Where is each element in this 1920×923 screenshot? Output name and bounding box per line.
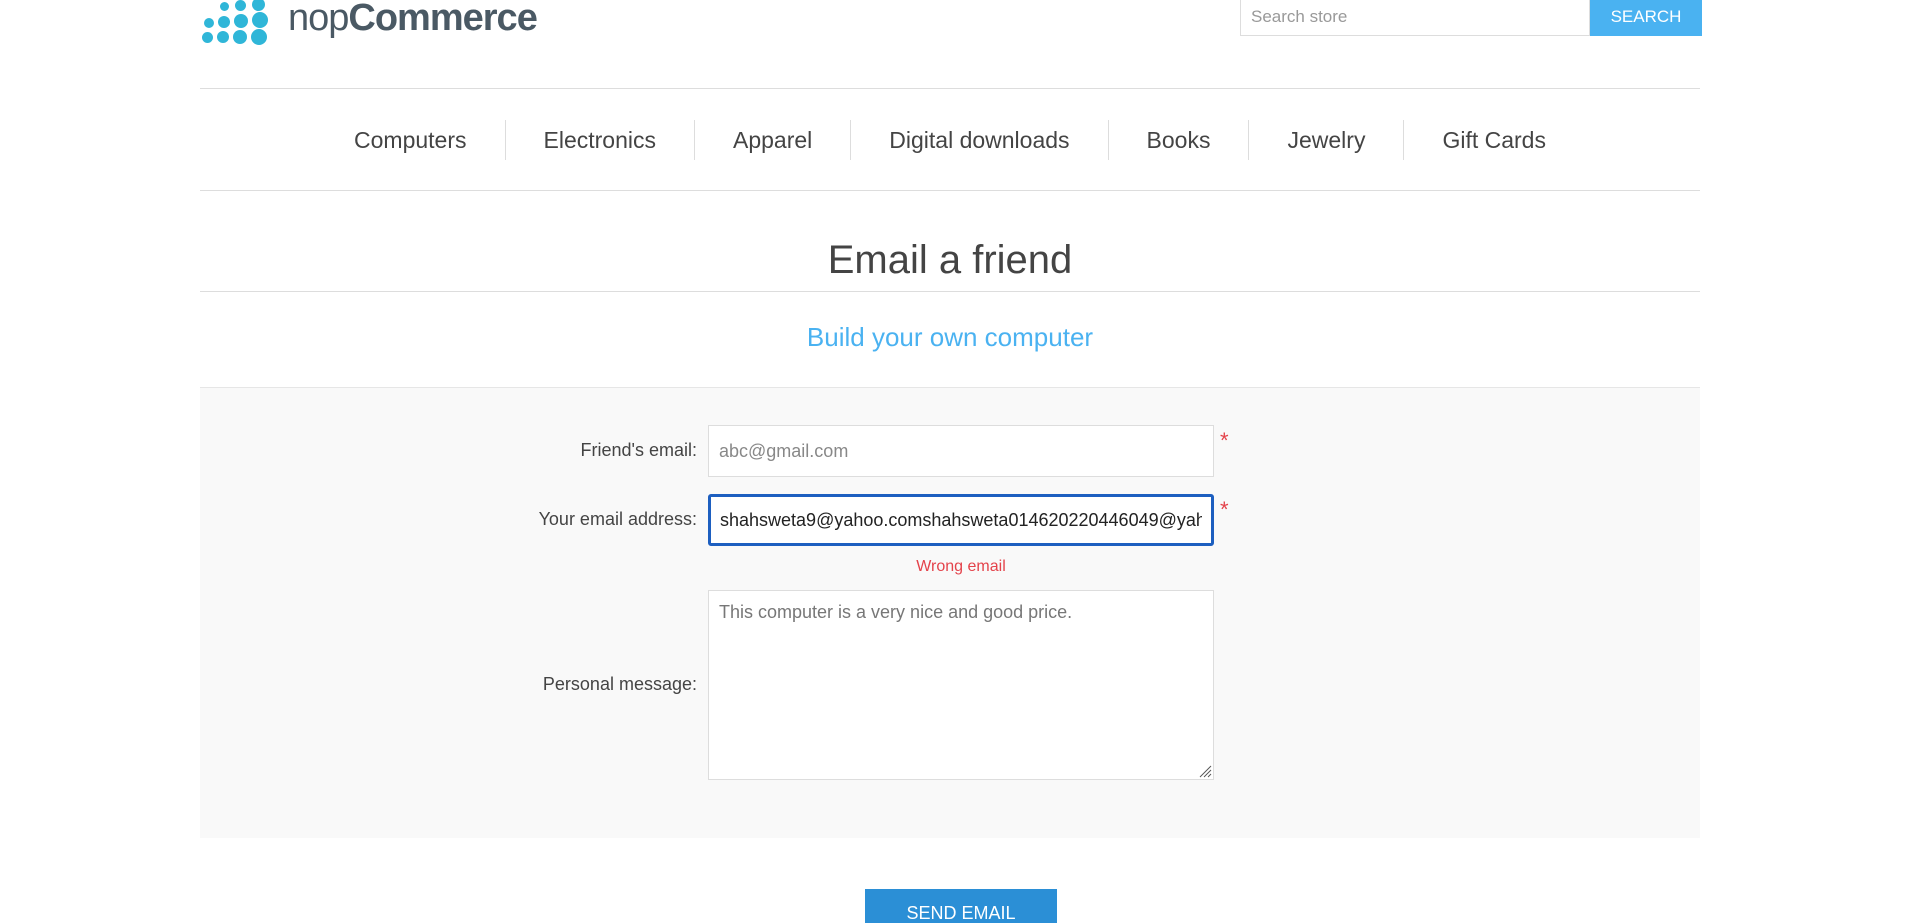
product-link[interactable]: Build your own computer	[807, 322, 1093, 353]
send-email-button[interactable]: SEND EMAIL	[865, 889, 1057, 923]
your-email-row: Your email address: * Wrong email	[200, 494, 1700, 575]
menu-item-apparel[interactable]: Apparel	[693, 119, 850, 160]
menu-item-digital-downloads[interactable]: Digital downloads	[850, 119, 1107, 160]
friend-email-row: Friend's email: *	[200, 425, 1700, 477]
store-logo[interactable]: nopCommerce	[200, 0, 538, 45]
page-title: Email a friend	[827, 238, 1073, 282]
resize-grip-icon[interactable]	[1196, 762, 1212, 778]
top-menu: Computers Electronics Apparel Digital do…	[200, 88, 1700, 191]
personal-message-field[interactable]	[708, 590, 1214, 780]
menu-item-books[interactable]: Books	[1107, 119, 1249, 160]
logo-text-light: nop	[288, 0, 349, 39]
page: nopCommerce SEARCH Computers Electronics…	[0, 0, 1920, 923]
personal-message-row: Personal message:	[200, 590, 1700, 780]
your-email-label: Your email address:	[538, 509, 697, 529]
friend-email-field[interactable]	[708, 425, 1214, 477]
search-box: SEARCH	[1240, 0, 1702, 36]
personal-message-label: Personal message:	[542, 674, 697, 694]
menu-item-gift-cards[interactable]: Gift Cards	[1403, 119, 1584, 160]
search-button[interactable]: SEARCH	[1590, 0, 1702, 36]
friend-email-label: Friend's email:	[580, 440, 697, 460]
menu-item-electronics[interactable]: Electronics	[504, 119, 694, 160]
page-title-section: Email a friend	[200, 236, 1700, 292]
search-input[interactable]	[1240, 0, 1590, 36]
logo-text-strong: Commerce	[348, 0, 537, 39]
menu-item-computers[interactable]: Computers	[316, 120, 504, 160]
email-a-friend-form: Friend's email: * Your email address: * …	[200, 388, 1700, 838]
logo-dots-icon	[200, 0, 278, 45]
menu-item-jewelry[interactable]: Jewelry	[1248, 119, 1403, 160]
your-email-field[interactable]	[708, 494, 1214, 546]
logo-wordmark: nopCommerce	[288, 0, 538, 44]
friend-email-required-mark: *	[1220, 428, 1229, 453]
product-section: Build your own computer	[200, 292, 1700, 388]
your-email-required-mark: *	[1220, 497, 1229, 522]
your-email-error: Wrong email	[916, 558, 1006, 575]
